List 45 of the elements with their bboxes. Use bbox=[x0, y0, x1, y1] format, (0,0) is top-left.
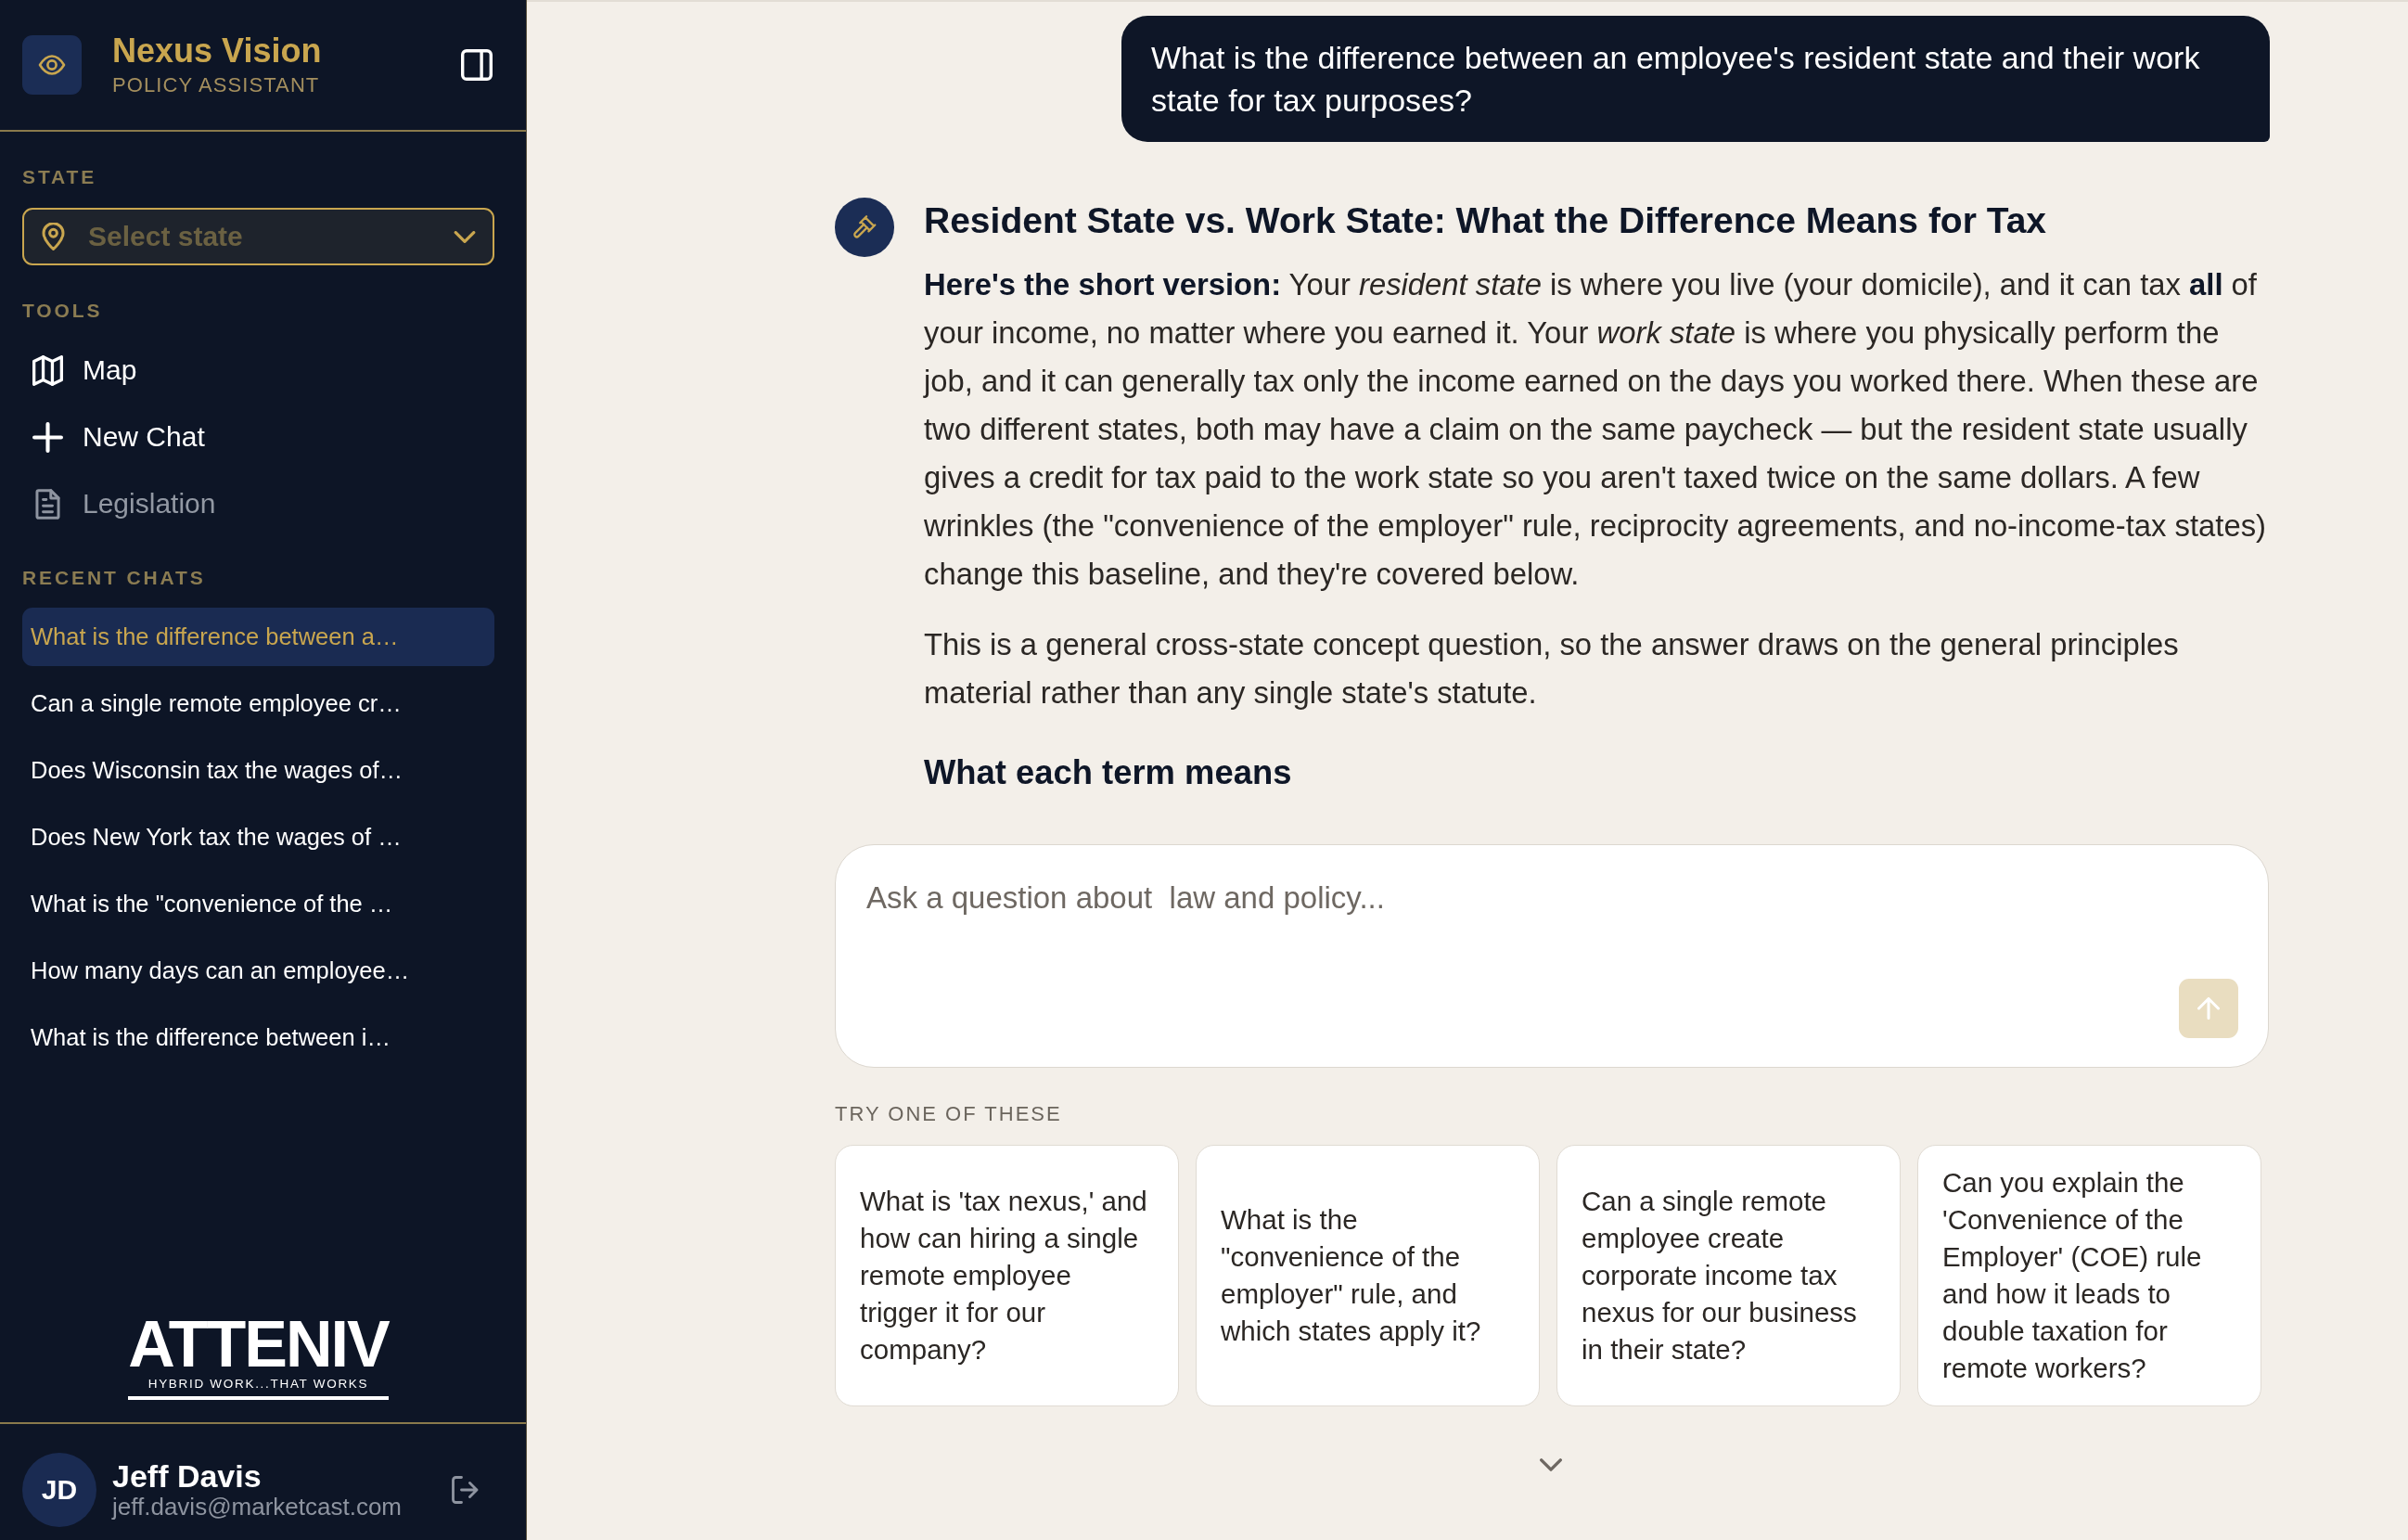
suggestion-card[interactable]: What is the "convenience of the employer" rule, and which states apply it? bbox=[1196, 1145, 1540, 1406]
location-pin-icon bbox=[42, 223, 65, 250]
sidebar-toggle-button[interactable] bbox=[461, 49, 493, 81]
user-name: Jeff Davis bbox=[112, 1458, 262, 1493]
document-icon bbox=[32, 488, 63, 520]
recent-chat-item[interactable]: What is the difference between a… bbox=[22, 608, 494, 666]
suggestion-card[interactable]: Can you explain the 'Convenience of the Employer' (COE) rule and how it leads to double taxation for remote workers? bbox=[1917, 1145, 2261, 1406]
suggestion-card[interactable]: What is 'tax nexus,' and how can hiring a single remote employee trigger it for our company? bbox=[835, 1145, 1179, 1406]
message-input[interactable]: Ask a question about law and policy... bbox=[866, 879, 2238, 979]
recent-chat-item[interactable]: Does New York tax the wages of … bbox=[22, 808, 494, 866]
recent-chat-item[interactable]: Can a single remote employee cr… bbox=[22, 674, 494, 733]
user-avatar: JD bbox=[22, 1452, 96, 1527]
logout-button[interactable] bbox=[452, 1475, 480, 1504]
user-message: What is the difference between an employee's resident state and their work state for tax purposes? bbox=[1121, 16, 2270, 142]
section-heading: What each term means bbox=[924, 752, 1293, 793]
recent-chat-item[interactable]: Does Wisconsin tax the wages of… bbox=[22, 741, 494, 800]
map-icon bbox=[32, 354, 63, 386]
message-composer[interactable]: Ask a question about law and policy... bbox=[835, 844, 2269, 1068]
chevron-down-icon bbox=[454, 230, 476, 243]
chevron-down-icon bbox=[1540, 1458, 1562, 1471]
panel-icon bbox=[461, 49, 493, 81]
logo-wordmark: ATTENIV bbox=[128, 1315, 389, 1373]
arrow-up-icon bbox=[2197, 997, 2220, 1020]
answer-paragraph: Here's the short version: Your resident state is where you live (your domicile), and it can tax all of your income, no matter where you earned it. Your work state is where you physically perform the job, and it can generally tax only the income earned on the days you worked there. When these are two different states, both may have a claim on the same paycheck — but the resident state usually gives a credit for tax paid to the work state so you aren't taxed twice on the same dollars. A few wrinkles (the "convenience of the employer" rule, reciprocity agreements, and no-income-tax states) change this baseline, and they're covered below. bbox=[924, 266, 2267, 593]
section-label: RECENT CHATS bbox=[22, 566, 206, 590]
user-email: jeff.davis@marketcast.com bbox=[112, 1492, 402, 1521]
eye-icon bbox=[22, 35, 82, 95]
section-label: TOOLS bbox=[22, 299, 103, 323]
logo-tagline: HYBRID WORK...THAT WORKS bbox=[147, 1377, 369, 1392]
suggestion-card[interactable]: Can a single remote employee create corporate income tax nexus for our business in their state? bbox=[1556, 1145, 1901, 1406]
answer-heading: Resident State vs. Work State: What the Difference Means for Tax bbox=[924, 199, 2047, 242]
scroll-down-button[interactable] bbox=[1540, 1458, 1562, 1471]
app-subtitle: POLICY ASSISTANT bbox=[112, 73, 320, 97]
recent-chat-item[interactable]: How many days can an employee… bbox=[22, 942, 494, 1000]
answer-paragraph: This is a general cross-state concept question, so the answer draws on the general principles material rather than any single state's statute. bbox=[924, 626, 2180, 712]
recent-chat-item[interactable]: What is the "convenience of the … bbox=[22, 875, 494, 933]
gavel-icon bbox=[835, 198, 894, 257]
plus-icon bbox=[32, 421, 63, 453]
app-title: Nexus Vision bbox=[112, 32, 322, 70]
tool-menu-item[interactable]: Map bbox=[22, 341, 148, 399]
logout-icon bbox=[452, 1475, 480, 1504]
tool-menu-item[interactable]: New Chat bbox=[22, 408, 216, 466]
suggestions-label: TRY ONE OF THESE bbox=[835, 1101, 1062, 1127]
section-label: STATE bbox=[22, 165, 97, 189]
recent-chat-item[interactable]: What is the difference between i… bbox=[22, 1008, 494, 1067]
